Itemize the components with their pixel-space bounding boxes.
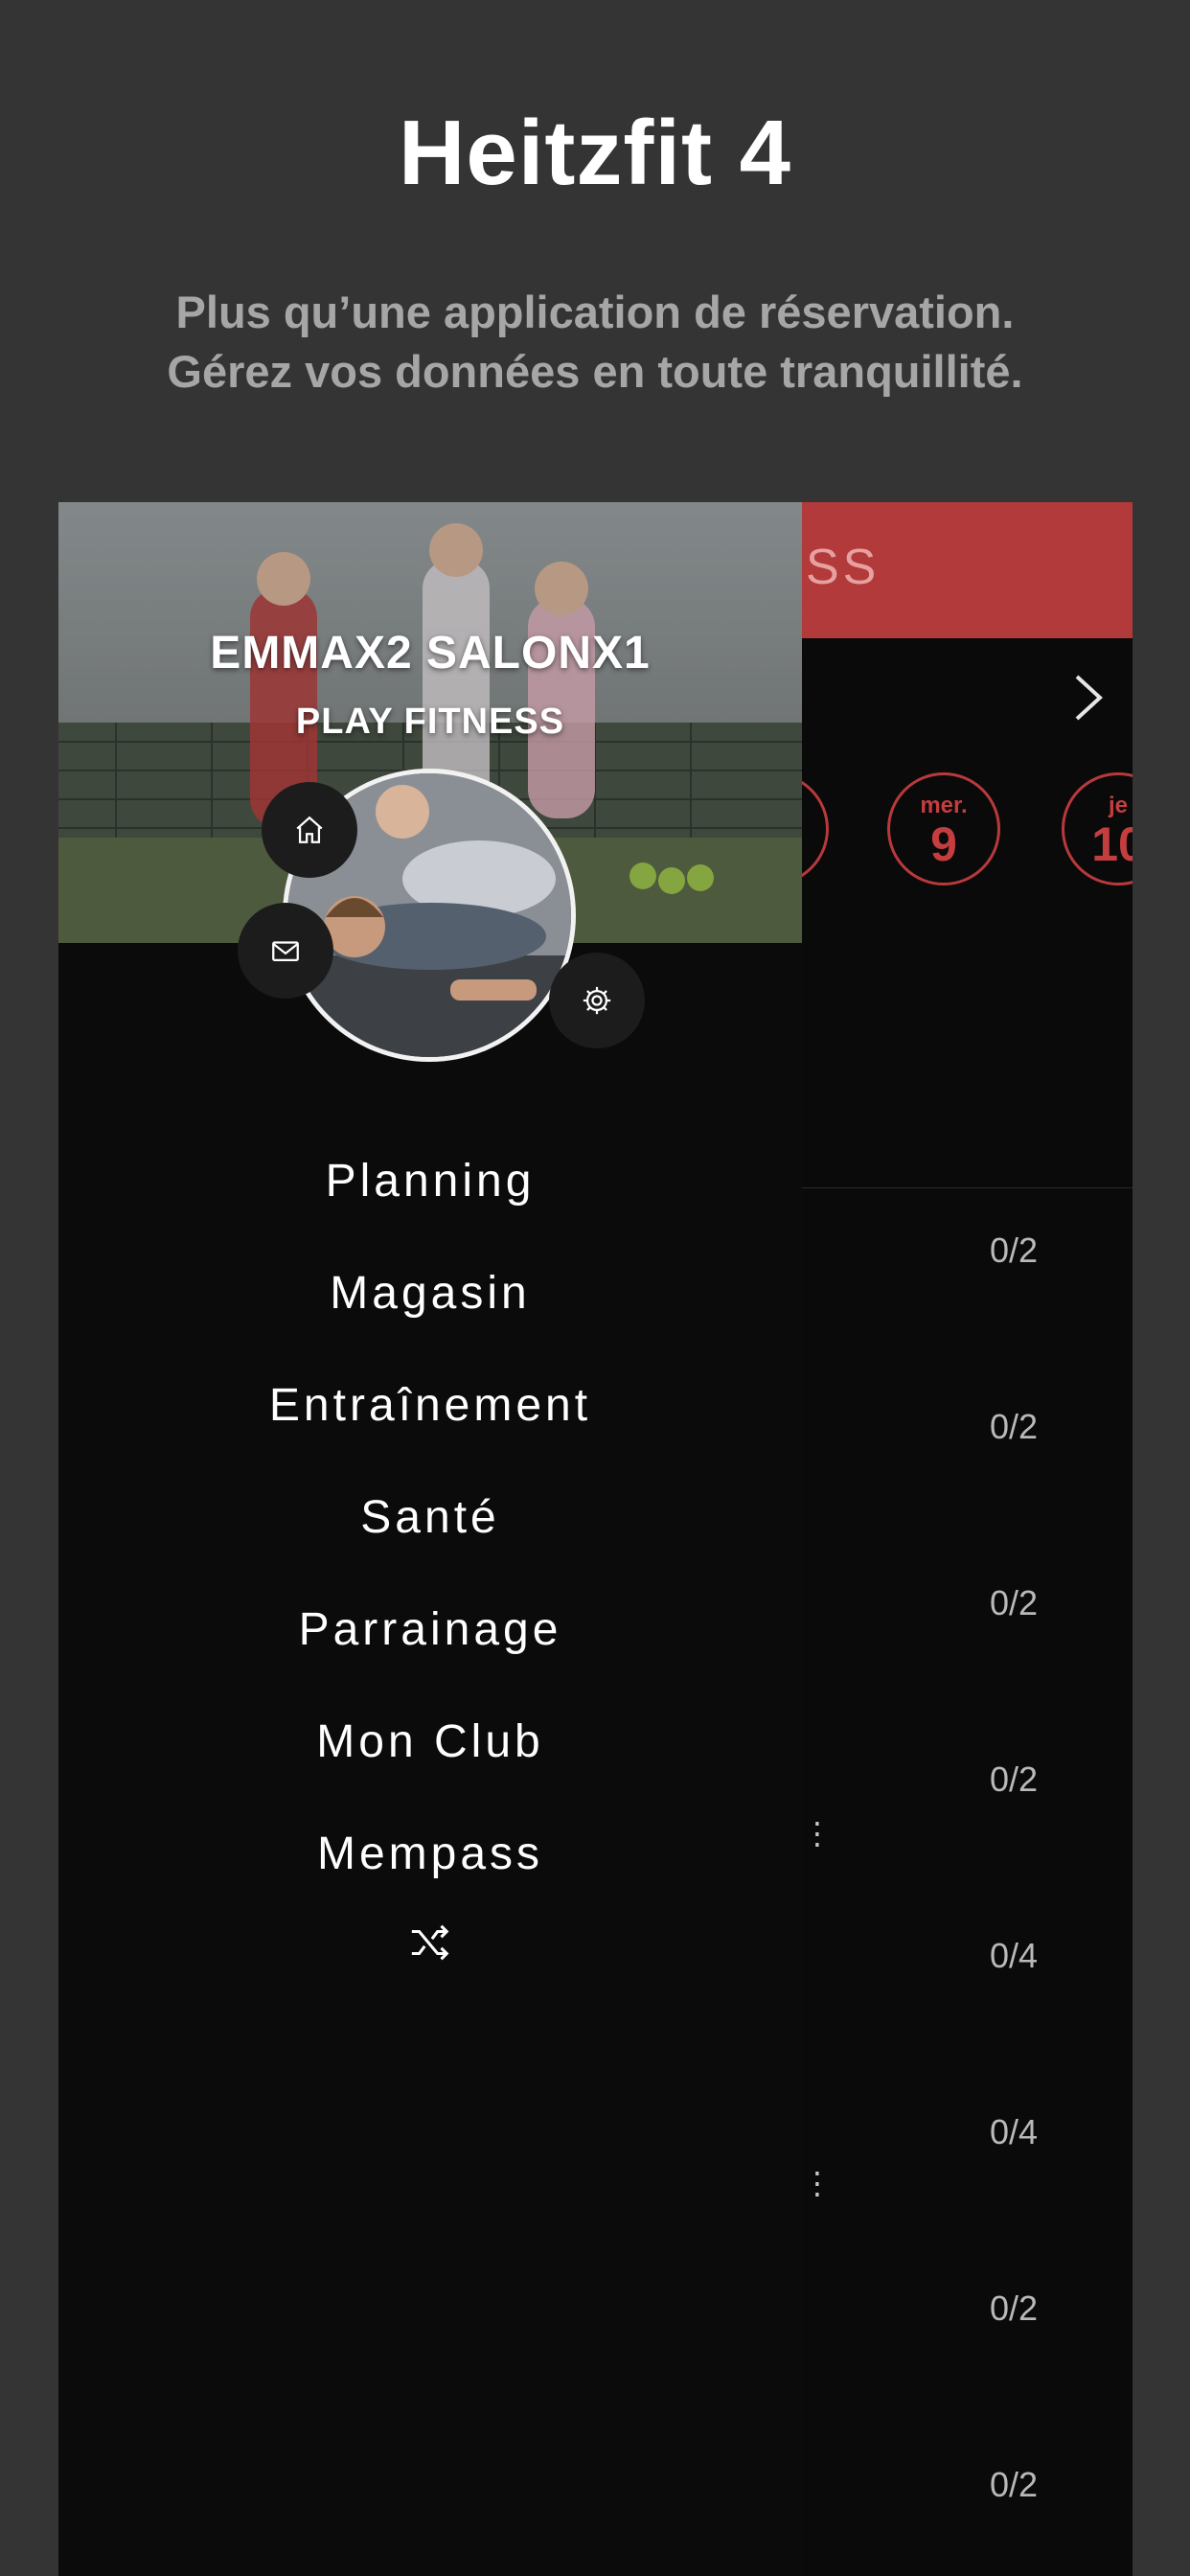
promo-subtitle: Plus qu’une application de réservation. … <box>0 283 1190 402</box>
list-marker-icon: ⋮ <box>802 2166 833 2200</box>
drawer-menu: Planning Magasin Entraînement Santé Parr… <box>58 1125 802 1910</box>
home-icon <box>296 816 323 843</box>
day-chip[interactable]: mer. 9 <box>887 772 1000 886</box>
messages-button[interactable] <box>238 903 333 999</box>
menu-item-planning[interactable]: Planning <box>58 1125 802 1237</box>
user-name: EMMAX2 SALONX1 <box>210 628 651 678</box>
slot-count: 0/4 <box>989 1936 1039 1975</box>
day-chip-weekday: mer. <box>920 793 968 818</box>
menu-item-parrainage[interactable]: Parrainage <box>58 1574 802 1686</box>
phone-screen: SS mer. 9 je 10 0/2 0/2 0/2 0/2 0/4 0/4 … <box>58 502 1133 2576</box>
settings-button[interactable] <box>549 953 645 1048</box>
promo-subtitle-line1: Plus qu’une application de réservation. <box>175 287 1015 337</box>
navigation-drawer: EMMAX2 SALONX1 PLAY FITNESS Planning Mag… <box>58 502 802 2576</box>
club-name: PLAY FITNESS <box>295 702 565 742</box>
menu-item-magasin[interactable]: Magasin <box>58 1237 802 1349</box>
slot-count: 0/2 <box>989 1407 1039 1446</box>
mail-icon <box>272 941 299 962</box>
menu-item-entrainement[interactable]: Entraînement <box>58 1349 802 1461</box>
slot-count: 0/2 <box>989 2465 1039 2504</box>
slot-count: 0/4 <box>989 2112 1039 2151</box>
slot-count: 0/2 <box>989 1230 1039 1270</box>
slot-count: 0/2 <box>989 1760 1039 1799</box>
promo-title: Heitzfit 4 <box>398 102 792 204</box>
shuffle-icon[interactable] <box>408 1920 452 1965</box>
divider <box>802 1187 1133 1188</box>
slot-count: 0/2 <box>989 2288 1039 2328</box>
app-header-title: SS <box>806 540 881 595</box>
chevron-right-icon[interactable] <box>1069 669 1108 726</box>
day-chip-number: 9 <box>930 817 957 871</box>
slot-count: 0/2 <box>989 1583 1039 1622</box>
menu-item-mempass[interactable]: Mempass <box>58 1798 802 1910</box>
promo-subtitle-line2: Gérez vos données en toute tranquillité. <box>167 346 1023 397</box>
gear-icon <box>583 986 611 1015</box>
day-chip-weekday: je <box>1108 793 1128 818</box>
list-marker-icon: ⋮ <box>802 1816 833 1851</box>
menu-item-sante[interactable]: Santé <box>58 1461 802 1574</box>
menu-item-mon-club[interactable]: Mon Club <box>58 1686 802 1798</box>
day-chip-number: 10 <box>1091 817 1133 871</box>
day-chip[interactable]: je 10 <box>1062 772 1133 886</box>
home-button[interactable] <box>262 782 357 878</box>
